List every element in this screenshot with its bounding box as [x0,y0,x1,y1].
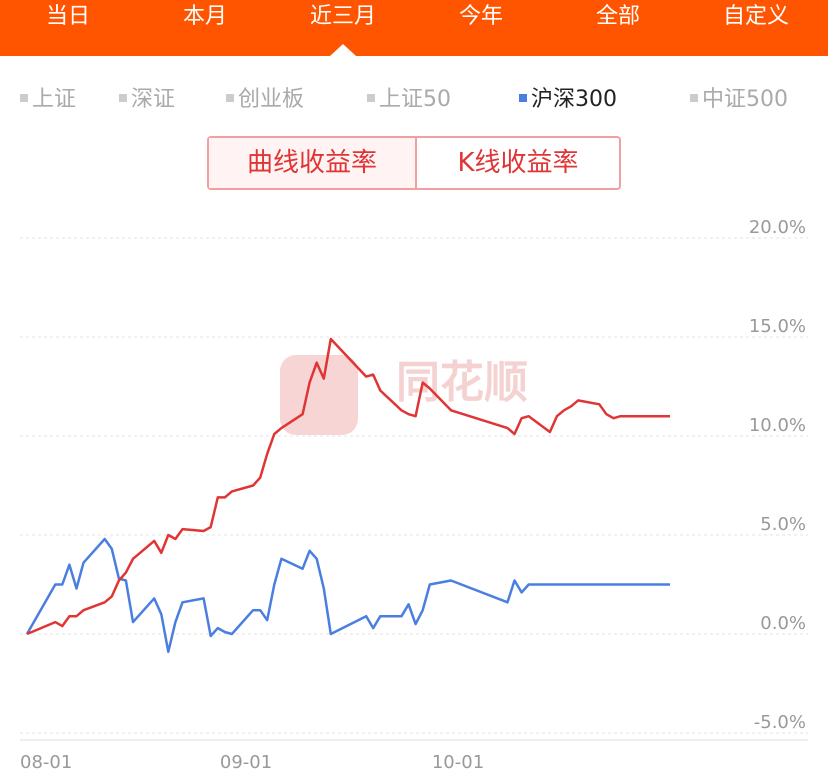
return-chart: 同花顺 20.0% 15.0% 10.0% 5.0% 0.0% -5.0% 08-01 09-… [20,217,808,773]
y-tick-label: -5.0% [754,712,806,733]
y-tick-label: 10.0% [749,415,806,436]
y-tick-label: 0.0% [760,613,806,634]
watermark-text: 同花顺 [396,357,528,408]
y-tick-label: 5.0% [760,514,806,535]
y-tick-label: 15.0% [749,316,806,337]
csi300-return-line [25,537,670,654]
y-tick-label: 20.0% [749,217,806,238]
x-tick-label: 08-01 [20,752,72,773]
x-tick-label: 10-01 [432,752,484,773]
x-tick-label: 09-01 [220,752,272,773]
